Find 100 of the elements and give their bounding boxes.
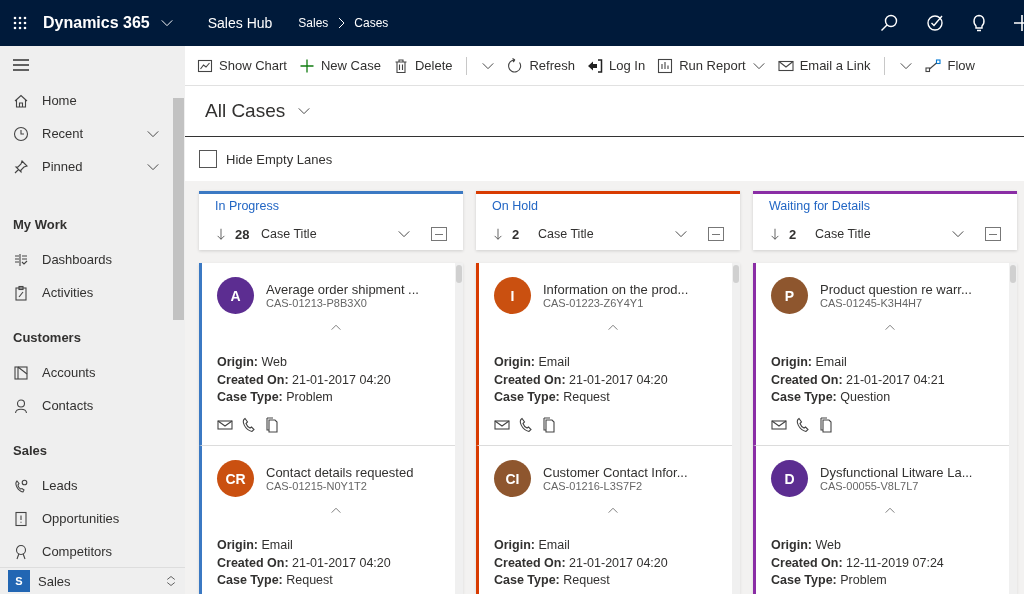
lane-title: In Progress bbox=[215, 198, 280, 215]
document-icon bbox=[819, 416, 835, 433]
case-field: Case Type: Request bbox=[494, 572, 732, 590]
nav-item[interactable]: Dashboards bbox=[42, 252, 160, 267]
view-title[interactable]: All Cases bbox=[205, 100, 286, 122]
phone-icon bbox=[795, 416, 811, 433]
toolbar-button[interactable]: Delete bbox=[390, 49, 461, 82]
nav-item[interactable]: Activities bbox=[42, 285, 160, 300]
case-field: Case Type: Problem bbox=[771, 572, 1009, 590]
hub-name[interactable]: Sales Hub bbox=[191, 0, 273, 46]
clock-icon bbox=[13, 125, 29, 142]
document-icon bbox=[542, 416, 558, 433]
app-name[interactable]: Dynamics 365 bbox=[43, 14, 150, 32]
avatar: I bbox=[494, 277, 531, 314]
case-field: Case Type: Request bbox=[217, 572, 455, 590]
nav-item[interactable]: Opportunities bbox=[42, 511, 160, 526]
nav-item[interactable]: Leads bbox=[42, 478, 160, 493]
nav-item[interactable]: Recent bbox=[42, 126, 133, 141]
phone-icon bbox=[241, 416, 257, 433]
case-field: Origin: Email bbox=[494, 354, 732, 372]
breadcrumb-link[interactable]: Sales bbox=[298, 16, 329, 30]
collapse-lane-icon[interactable] bbox=[431, 227, 447, 241]
case-title[interactable]: Contact details requested bbox=[266, 465, 414, 480]
sign-in-icon bbox=[587, 57, 603, 74]
case-title[interactable]: Dysfunctional Litware La... bbox=[820, 465, 973, 480]
phone-gear-icon bbox=[13, 477, 29, 494]
case-field: Case Type: Request bbox=[494, 389, 732, 407]
sort-field[interactable]: Case Title bbox=[538, 227, 666, 241]
lightbulb-icon[interactable] bbox=[972, 14, 986, 32]
case-number: CAS-01216-L3S7F2 bbox=[543, 480, 644, 492]
report-icon bbox=[657, 57, 674, 74]
case-number: CAS-01223-Z6Y4Y1 bbox=[543, 297, 645, 309]
toolbar-button[interactable]: Email a Link bbox=[775, 49, 879, 82]
case-field: Created On: 21-01-2017 04:20 bbox=[494, 371, 732, 389]
phone-icon bbox=[518, 416, 534, 433]
dashboard-icon bbox=[13, 251, 29, 268]
document-icon bbox=[265, 416, 281, 433]
avatar: P bbox=[771, 277, 808, 314]
case-field: Case Type: Problem bbox=[217, 389, 455, 407]
case-field: Origin: Email bbox=[494, 537, 732, 555]
pin-icon bbox=[13, 158, 29, 175]
nav-item[interactable]: Pinned bbox=[42, 159, 133, 174]
case-field: Origin: Email bbox=[217, 537, 455, 555]
scrollbar-thumb[interactable] bbox=[456, 265, 462, 283]
case-field: Created On: 21-01-2017 04:20 bbox=[494, 554, 732, 572]
case-title[interactable]: Information on the prod... bbox=[543, 282, 689, 297]
lane-count: 2 bbox=[512, 226, 521, 242]
collapse-lane-icon[interactable] bbox=[985, 227, 1001, 241]
lane-count: 28 bbox=[235, 226, 251, 242]
nav-item[interactable]: Contacts bbox=[42, 398, 160, 413]
nav-item[interactable]: Home bbox=[42, 93, 160, 108]
chart-icon bbox=[197, 57, 213, 74]
avatar: CR bbox=[217, 460, 254, 497]
case-number: CAS-01213-P8B3X0 bbox=[266, 297, 368, 309]
case-title[interactable]: Customer Contact Infor... bbox=[543, 465, 688, 480]
toolbar-button[interactable]: New Case bbox=[296, 49, 389, 82]
nav-item[interactable]: Accounts bbox=[42, 365, 160, 380]
lane-count: 2 bbox=[789, 226, 798, 242]
nav-section-title: Customers bbox=[12, 329, 82, 347]
case-title[interactable]: Product question re warr... bbox=[820, 282, 972, 297]
nav-section-title: My Work bbox=[12, 216, 68, 234]
sort-field[interactable]: Case Title bbox=[261, 227, 389, 241]
case-field: Origin: Web bbox=[771, 537, 1009, 555]
chevron-right-icon bbox=[336, 17, 347, 29]
toolbar-button[interactable]: Log In bbox=[585, 49, 654, 82]
menu-icon[interactable] bbox=[13, 59, 29, 71]
sort-field[interactable]: Case Title bbox=[815, 227, 943, 241]
case-field: Created On: 21-01-2017 04:21 bbox=[771, 371, 1009, 389]
refresh-icon bbox=[507, 57, 524, 74]
area-switcher[interactable]: Sales bbox=[38, 573, 157, 589]
case-field: Created On: 21-01-2017 04:20 bbox=[217, 554, 455, 572]
lane-title: On Hold bbox=[492, 198, 539, 215]
app-launcher-icon[interactable] bbox=[13, 16, 27, 30]
scrollbar-thumb[interactable] bbox=[1010, 265, 1016, 283]
case-number: CAS-01245-K3H4H7 bbox=[820, 297, 924, 309]
case-number: CAS-00055-V8L7L7 bbox=[820, 480, 920, 492]
toolbar-button[interactable]: Refresh bbox=[505, 49, 583, 82]
avatar: A bbox=[217, 277, 254, 314]
case-field: Created On: 21-01-2017 04:20 bbox=[217, 371, 455, 389]
flow-icon bbox=[925, 57, 942, 74]
toolbar-button[interactable]: Run Report bbox=[655, 49, 774, 82]
avatar: CI bbox=[494, 460, 531, 497]
plus-icon bbox=[298, 57, 315, 74]
case-field: Case Type: Question bbox=[771, 389, 1009, 407]
up-down-chevron-icon bbox=[165, 574, 177, 588]
case-title[interactable]: Average order shipment ... bbox=[266, 282, 419, 297]
person-icon bbox=[13, 397, 29, 414]
target-check-icon[interactable] bbox=[926, 14, 944, 32]
scrollbar-thumb[interactable] bbox=[733, 265, 739, 283]
search-icon[interactable] bbox=[880, 14, 898, 32]
collapse-lane-icon[interactable] bbox=[708, 227, 724, 241]
checkbox[interactable] bbox=[199, 150, 217, 168]
breadcrumb-link[interactable]: Cases bbox=[354, 16, 389, 30]
toolbar-button[interactable]: Flow bbox=[923, 49, 983, 82]
alert-document-icon bbox=[13, 510, 29, 527]
nav-section-title: Sales bbox=[12, 442, 48, 460]
case-field: Origin: Email bbox=[771, 354, 1009, 372]
scrollbar-thumb[interactable] bbox=[173, 98, 184, 320]
toolbar-button[interactable]: Show Chart bbox=[195, 49, 295, 82]
nav-item[interactable]: Competitors bbox=[42, 544, 160, 559]
